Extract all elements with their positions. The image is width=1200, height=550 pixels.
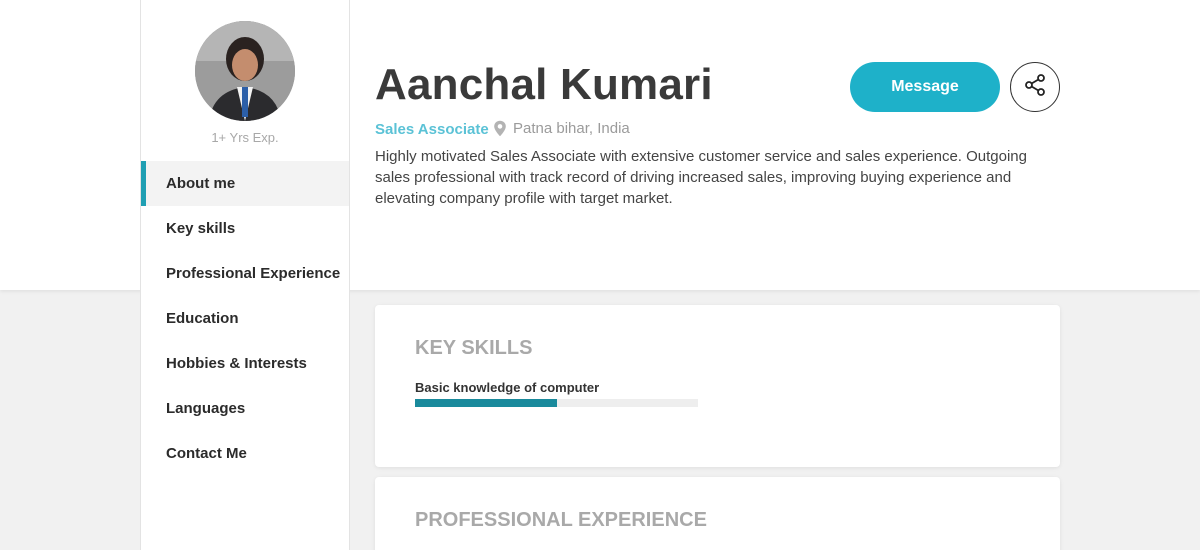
skill-progress-track — [415, 399, 698, 407]
sidebar-item-label: Languages — [166, 400, 246, 417]
sidebar-item-professional-experience[interactable]: Professional Experience — [141, 251, 349, 296]
profile-name: Aanchal Kumari — [375, 60, 713, 109]
profile-location: Patna bihar, India — [493, 120, 630, 137]
key-skills-heading: KEY SKILLS — [415, 337, 533, 359]
share-button[interactable] — [1010, 62, 1060, 112]
location-text: Patna bihar, India — [513, 120, 630, 137]
sidebar-item-label: Hobbies & Interests — [166, 355, 307, 372]
sidebar-nav: About me Key skills Professional Experie… — [141, 161, 349, 476]
sidebar-item-label: Professional Experience — [166, 265, 341, 282]
sidebar-item-about-me[interactable]: About me — [141, 161, 349, 206]
sidebar-item-label: Contact Me — [166, 445, 247, 462]
sidebar-item-contact-me[interactable]: Contact Me — [141, 431, 349, 476]
sidebar-item-education[interactable]: Education — [141, 296, 349, 341]
sidebar-item-hobbies-interests[interactable]: Hobbies & Interests — [141, 341, 349, 386]
profile-summary: Highly motivated Sales Associate with ex… — [375, 148, 1027, 207]
avatar-image — [195, 21, 295, 121]
professional-experience-heading: PROFESSIONAL EXPERIENCE — [415, 509, 707, 531]
sidebar-item-label: Education — [166, 310, 239, 327]
avatar — [195, 21, 295, 121]
experience-label: 1+ Yrs Exp. — [211, 130, 279, 145]
profile-title: Sales Associate — [375, 121, 489, 138]
share-icon — [1023, 73, 1047, 102]
message-button[interactable]: Message — [850, 62, 1000, 112]
skill-name: Basic knowledge of computer — [415, 380, 600, 395]
sidebar: 1+ Yrs Exp. About me Key skills Professi… — [140, 0, 350, 550]
sidebar-item-label: About me — [166, 175, 236, 192]
map-pin-icon — [493, 120, 507, 137]
sidebar-item-key-skills[interactable]: Key skills — [141, 206, 349, 251]
key-skills-card: KEY SKILLS Basic knowledge of computer — [375, 305, 1060, 467]
sidebar-item-label: Key skills — [166, 220, 236, 237]
sidebar-item-languages[interactable]: Languages — [141, 386, 349, 431]
professional-experience-card: PROFESSIONAL EXPERIENCE — [375, 477, 1060, 550]
skill-progress-fill — [415, 399, 557, 407]
